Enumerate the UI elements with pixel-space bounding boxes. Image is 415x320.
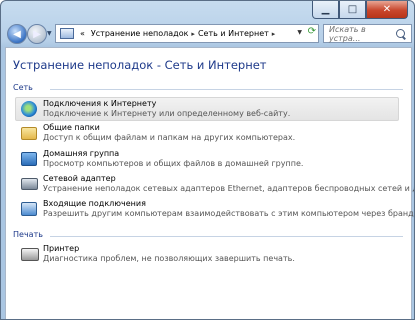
recent-pages-dropdown[interactable]: ▼ (47, 30, 52, 37)
maximize-button[interactable]: □ (339, 1, 366, 19)
homegroup-icon (21, 152, 37, 166)
item-description: Доступ к общим файлам и папкам на других… (43, 133, 296, 142)
item-name: Подключения к Интернету (43, 99, 157, 108)
network-adapter-icon (21, 178, 38, 190)
globe-network-icon (21, 101, 37, 117)
printer-icon (21, 248, 39, 261)
explorer-window: ▁ □ ✕ ◀ ▶ ▼ « Устранение неполадок ▸ Сет… (0, 0, 415, 320)
caption-buttons: ▁ □ ✕ (312, 1, 408, 19)
search-icon[interactable] (396, 29, 405, 38)
item-description: Просмотр компьютеров и общих файлов в до… (43, 159, 304, 168)
back-button[interactable]: ◀ (7, 24, 27, 44)
page-title: Устранение неполадок - Сеть и Интернет (13, 58, 267, 72)
item-description: Устранение неполадок сетевых адаптеров E… (43, 184, 415, 193)
group-divider (50, 236, 403, 237)
group-divider (50, 89, 403, 90)
item-name: Домашняя группа (43, 149, 120, 158)
troubleshooter-network-adapter[interactable]: Сетевой адаптер Устранение неполадок сет… (16, 173, 414, 195)
troubleshooter-homegroup[interactable]: Домашняя группа Просмотр компьютеров и о… (16, 148, 398, 170)
item-description: Диагностика проблем, не позволяющих заве… (43, 254, 295, 263)
control-panel-icon (60, 28, 74, 39)
troubleshooter-shared-folders[interactable]: Общие папки Доступ к общим файлам и папк… (16, 122, 398, 144)
item-name: Общие папки (43, 123, 100, 132)
item-name: Сетевой адаптер (43, 174, 116, 183)
item-description: Разрешить другим компьютерам взаимодейст… (43, 209, 415, 218)
arrow-left-icon: ◀ (13, 28, 21, 40)
search-input[interactable]: Искать в устра... (323, 24, 412, 43)
search-placeholder: Искать в устра... (329, 24, 366, 43)
incoming-connections-icon (21, 202, 37, 216)
troubleshooter-printer[interactable]: Принтер Диагностика проблем, не позволяю… (16, 243, 398, 265)
forward-button[interactable]: ▶ (27, 24, 47, 44)
item-name: Входящие подключения (43, 199, 146, 208)
close-button[interactable]: ✕ (366, 1, 408, 19)
breadcrumb-troubleshooting[interactable]: Устранение неполадок (91, 29, 189, 38)
navigation-bar: ◀ ▶ ▼ « Устранение неполадок ▸ Сеть и Ин… (5, 21, 412, 45)
troubleshooter-internet-connections[interactable]: Подключения к Интернету Подключение к Ин… (15, 97, 399, 121)
breadcrumb-network-internet[interactable]: Сеть и Интернет (198, 29, 269, 38)
breadcrumb-separator[interactable]: ▸ (191, 30, 195, 38)
path-overflow[interactable]: « (80, 29, 85, 38)
group-header-network: Сеть (13, 83, 33, 92)
arrow-right-icon: ▶ (33, 28, 41, 40)
refresh-icon[interactable]: ⟳ (308, 26, 316, 37)
item-name: Принтер (43, 244, 80, 253)
content-pane: Устранение неполадок - Сеть и Интернет С… (5, 47, 414, 319)
minimize-button[interactable]: ▁ (312, 1, 339, 19)
address-bar[interactable]: « Устранение неполадок ▸ Сеть и Интернет… (55, 24, 319, 43)
breadcrumb-separator[interactable]: ▸ (272, 30, 276, 38)
shared-folder-icon (21, 127, 37, 140)
address-dropdown[interactable]: ▼ (297, 29, 302, 36)
group-header-printing: Печать (13, 230, 43, 239)
item-description: Подключение к Интернету или определенном… (43, 109, 291, 118)
troubleshooter-incoming-connections[interactable]: Входящие подключения Разрешить другим ко… (16, 198, 414, 220)
